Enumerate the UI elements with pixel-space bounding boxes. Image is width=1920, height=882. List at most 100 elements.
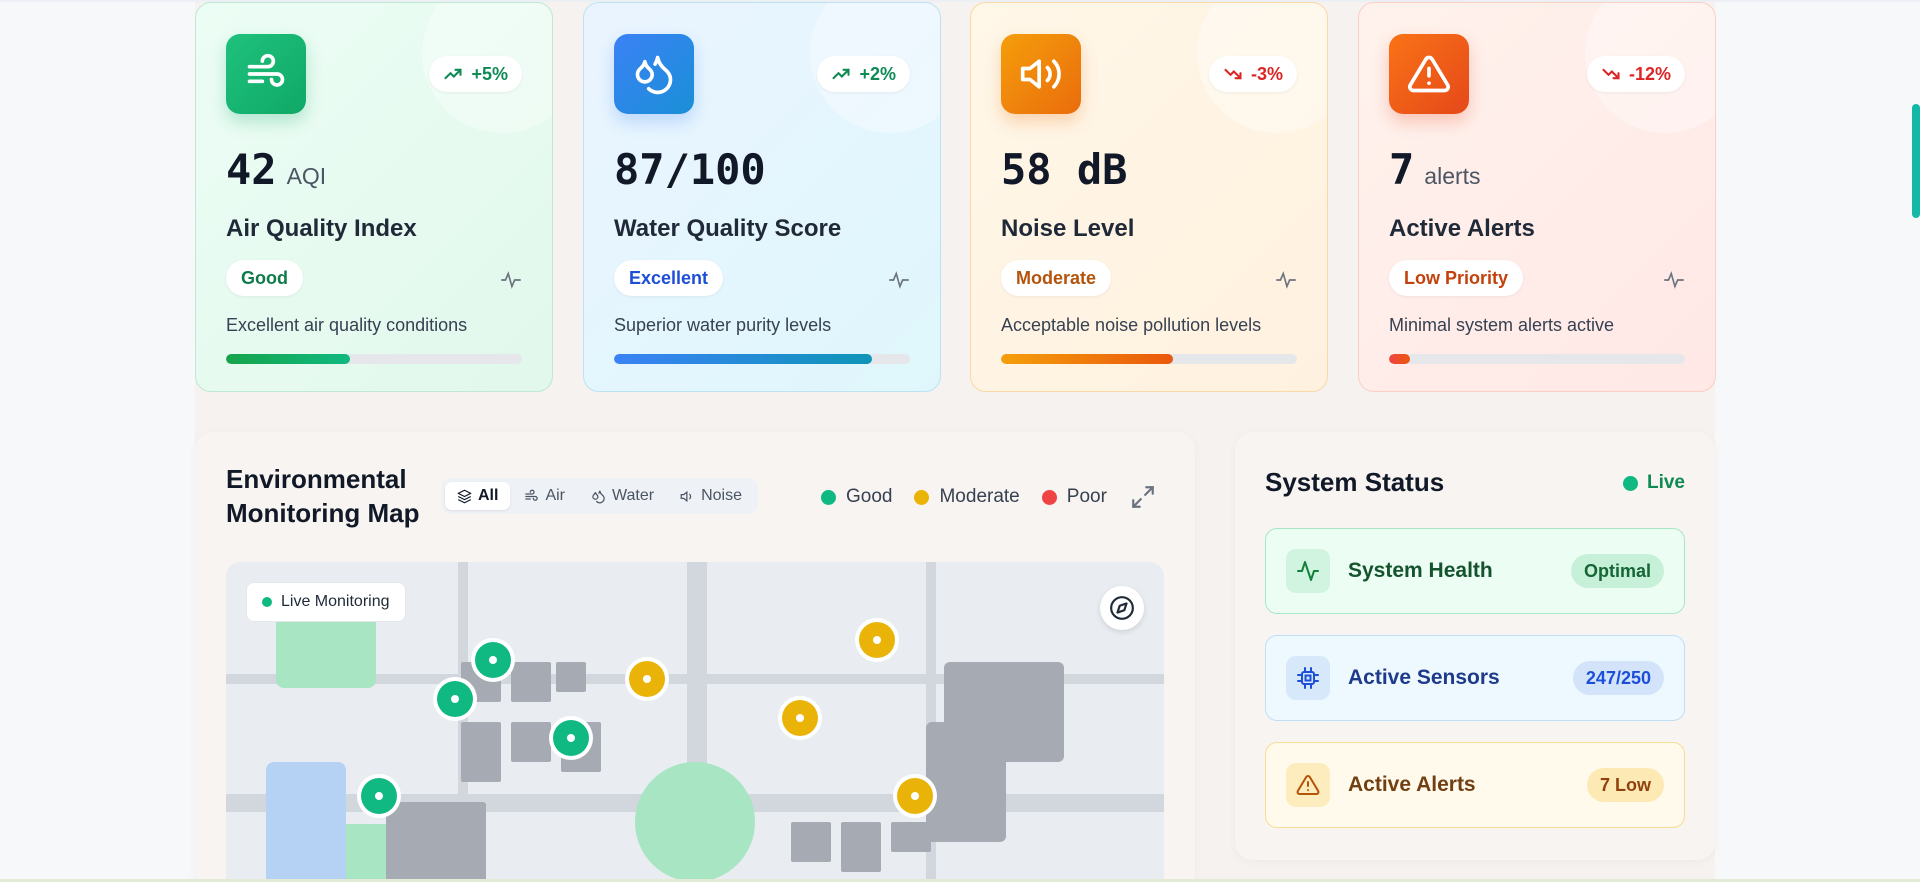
sensor-marker-center	[375, 792, 383, 800]
wind-icon	[525, 489, 539, 501]
status-row-label: Active Alerts	[1348, 773, 1476, 796]
metric-title: Air Quality Index	[226, 215, 417, 242]
status-row-value: 7 Low	[1586, 768, 1664, 802]
system-status-panel: System Status Live System Health Optimal…	[1235, 432, 1715, 860]
sensor-marker-moderate[interactable]	[778, 696, 822, 740]
trending-up-icon	[444, 68, 463, 80]
metric-unit: alerts	[1424, 163, 1481, 189]
metric-card-air-quality[interactable]: +5% 42 AQI Air Quality Index Good Excell…	[195, 2, 553, 392]
live-monitoring-chip: Live Monitoring	[246, 582, 406, 622]
status-row-active-alerts[interactable]: Active Alerts 7 Low	[1265, 742, 1685, 828]
status-title: System Status	[1265, 467, 1445, 497]
legend-label: Poor	[1066, 486, 1107, 507]
status-row-active-sensors[interactable]: Active Sensors 247/250	[1265, 635, 1685, 721]
status-row-label: System Health	[1348, 559, 1493, 582]
trend-value: -12%	[1628, 63, 1671, 84]
map-filter-group: All Air Water Noise	[441, 478, 758, 514]
status-badge: Good	[226, 260, 303, 296]
metric-title: Noise Level	[1001, 215, 1135, 242]
sensor-marker-good[interactable]	[357, 774, 401, 818]
status-row-value: 247/250	[1572, 661, 1664, 695]
compass-icon	[1110, 596, 1134, 620]
warning-icon	[1389, 34, 1469, 114]
progress-fill	[226, 354, 351, 364]
trend-value: +5%	[471, 63, 508, 84]
metric-card-active-alerts[interactable]: -12% 7 alerts Active Alerts Low Priority…	[1358, 2, 1716, 392]
speaker-icon	[680, 490, 692, 502]
metric-value: 87/100	[614, 145, 766, 194]
metric-card-water-quality[interactable]: +2% 87/100 Water Quality Score Excellent…	[583, 2, 941, 392]
filter-label: Water	[612, 487, 655, 504]
live-dot	[262, 597, 272, 607]
trend-badge: -12%	[1586, 56, 1685, 92]
live-indicator: Live	[1622, 472, 1685, 494]
filter-label: Noise	[701, 487, 742, 504]
filter-water-button[interactable]: Water	[579, 482, 666, 510]
progress-bar	[1001, 354, 1297, 364]
metric-value: 42	[226, 145, 277, 194]
trending-down-icon	[1224, 68, 1242, 80]
sensor-marker-center	[643, 675, 651, 683]
warning-icon	[1286, 763, 1330, 807]
metric-description: Minimal system alerts active	[1389, 315, 1615, 335]
map-legend: Good Moderate Poor	[821, 486, 1107, 508]
metric-description: Excellent air quality conditions	[226, 315, 468, 335]
sensor-marker-center	[873, 636, 881, 644]
sensor-marker-center	[451, 695, 459, 703]
speaker-icon	[1001, 34, 1081, 114]
sensor-marker-good[interactable]	[549, 716, 593, 760]
compass-button[interactable]	[1100, 586, 1144, 630]
trending-up-icon	[832, 68, 851, 80]
metric-card-noise-level[interactable]: -3% 58 dB Noise Level Moderate Acceptabl…	[970, 2, 1328, 392]
pulse-icon	[501, 271, 521, 289]
legend-item-poor: Poor	[1041, 486, 1107, 508]
metric-unit: AQI	[286, 163, 327, 189]
sensor-marker-center	[911, 792, 919, 800]
legend-label: Good	[846, 486, 893, 507]
progress-bar	[226, 354, 522, 364]
progress-fill	[1389, 354, 1410, 364]
expand-icon[interactable]	[1130, 484, 1156, 510]
wind-icon	[226, 34, 306, 114]
filter-label: Air	[545, 487, 566, 504]
metric-description: Superior water purity levels	[614, 315, 832, 335]
filter-noise-button[interactable]: Noise	[668, 482, 754, 510]
sensor-marker-center	[567, 734, 575, 742]
sensor-marker-moderate[interactable]	[855, 618, 899, 662]
live-dot	[1622, 475, 1638, 491]
legend-item-good: Good	[821, 486, 892, 508]
sensor-marker-good[interactable]	[471, 638, 515, 682]
progress-fill	[614, 354, 872, 364]
live-monitoring-label: Live Monitoring	[281, 593, 390, 610]
pulse-icon	[1664, 271, 1684, 289]
sensor-marker-moderate[interactable]	[893, 774, 937, 818]
status-badge: Low Priority	[1389, 260, 1524, 296]
droplets-icon	[592, 490, 605, 503]
pulse-icon	[889, 271, 909, 289]
trend-value: -3%	[1250, 63, 1283, 84]
map-canvas[interactable]: Live Monitoring	[226, 562, 1164, 882]
cpu-icon	[1286, 656, 1330, 700]
activity-icon	[1286, 549, 1330, 593]
status-row-system-health[interactable]: System Health Optimal	[1265, 528, 1685, 614]
legend-item-moderate: Moderate	[914, 486, 1020, 508]
sensor-marker-center	[796, 714, 804, 722]
trend-badge: +2%	[817, 56, 910, 92]
sensor-marker-moderate[interactable]	[625, 657, 669, 701]
filter-air-button[interactable]: Air	[512, 482, 577, 510]
status-row-value: Optimal	[1570, 554, 1664, 588]
legend-label: Moderate	[939, 486, 1020, 507]
filter-all-button[interactable]: All	[445, 482, 511, 510]
legend-dot-moderate	[914, 489, 930, 505]
scrollbar-thumb[interactable]	[1912, 104, 1920, 218]
trend-value: +2%	[859, 63, 896, 84]
progress-fill	[1001, 354, 1173, 364]
trend-badge: +5%	[429, 56, 522, 92]
metric-value: 7	[1389, 145, 1415, 194]
metric-title: Water Quality Score	[614, 215, 842, 242]
metric-description: Acceptable noise pollution levels	[1001, 315, 1262, 335]
legend-dot-poor	[1041, 489, 1057, 505]
legend-dot-good	[821, 489, 836, 505]
sensor-marker-good[interactable]	[433, 677, 477, 721]
metric-title: Active Alerts	[1389, 215, 1535, 242]
